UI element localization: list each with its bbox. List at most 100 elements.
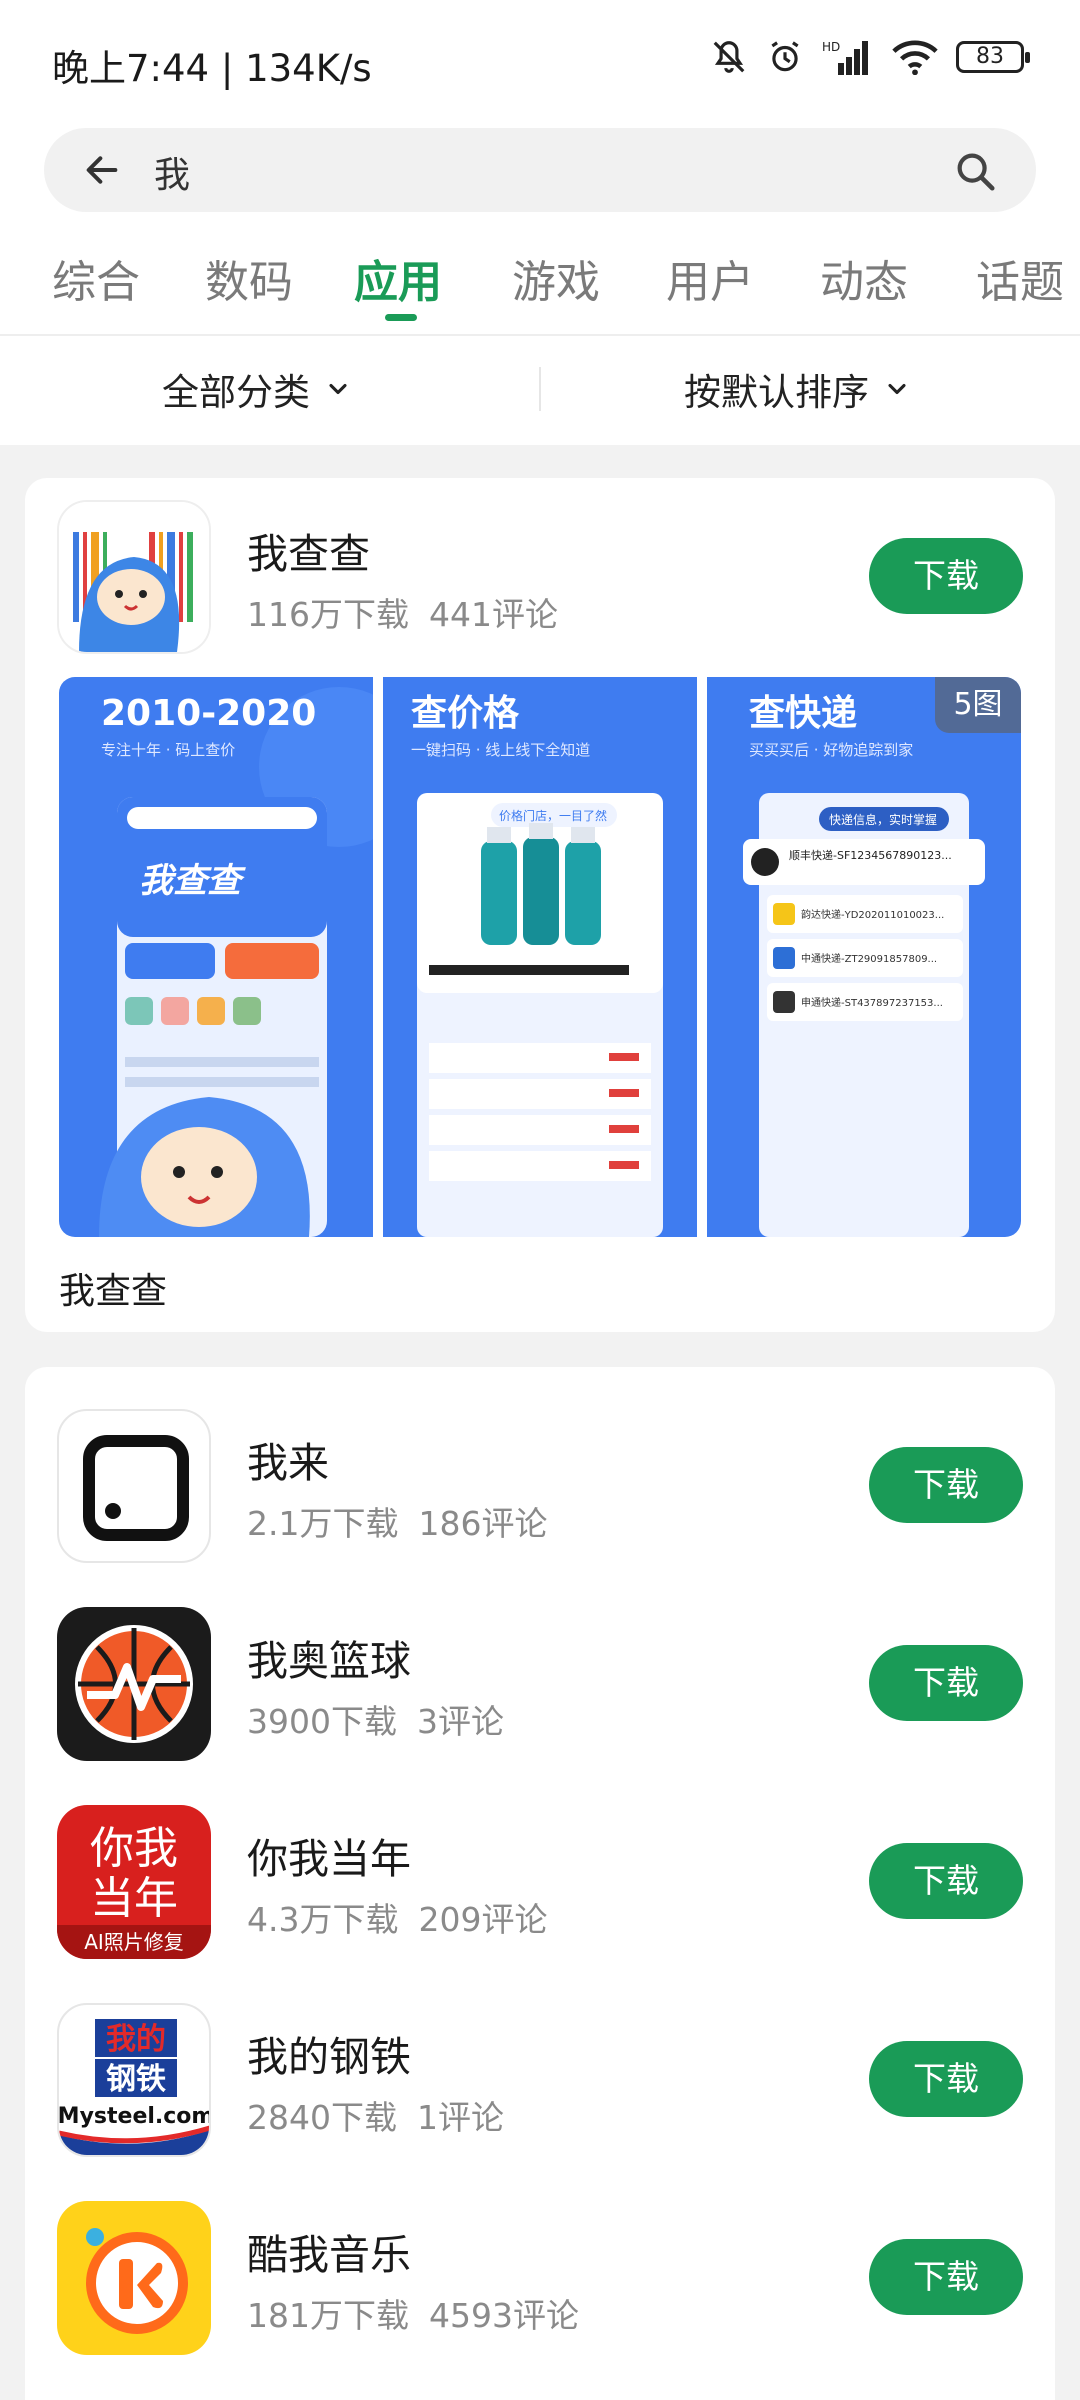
- app-meta: 116万下载 441评论: [247, 588, 558, 636]
- screenshot-3-subtitle: 买买买后 · 好物追踪到家: [749, 741, 913, 759]
- app-list-item[interactable]: 我来 2.1万下载 186评论 下载: [25, 1409, 1055, 1569]
- search-bar[interactable]: 我: [44, 128, 1036, 212]
- download-button[interactable]: 下载: [869, 1843, 1023, 1919]
- screenshot-2-title: 查价格: [411, 693, 520, 734]
- mysteel-icon-line1: 我的: [106, 2022, 166, 2057]
- category-filter-dropdown[interactable]: 全部分类: [162, 362, 352, 416]
- basketball-icon: [57, 1607, 211, 1761]
- comment-count: 1评论: [416, 2098, 504, 2137]
- app-meta: 2840下载 1评论: [247, 2091, 504, 2139]
- download-count: 3900下载: [247, 1702, 397, 1741]
- app-list-item[interactable]: 我的 钢铁 Mysteel.com 我的钢铁 2840下载 1评论 下载: [25, 2003, 1055, 2163]
- signal-icon: HD: [822, 40, 868, 75]
- app-list-item[interactable]: 你我 当年 AI照片修复 你我当年 4.3万下载 209评论 下载: [25, 1805, 1055, 1965]
- tab-users[interactable]: 用户: [666, 246, 754, 310]
- status-icons: HD 83: [710, 38, 1030, 76]
- screenshot-1-title: 2010-2020: [101, 693, 316, 734]
- mysteel-icon: 我的 钢铁 Mysteel.com: [57, 2003, 211, 2157]
- search-input[interactable]: 我: [154, 146, 190, 198]
- filter-separator: [539, 367, 541, 411]
- screenshot-1[interactable]: 我查查 2010-2020 专注十年 · 码上查价: [59, 677, 373, 1237]
- niwodangnian-icon-tag: AI照片修复: [84, 1930, 184, 1954]
- screenshot-count-badge: 5图: [935, 677, 1021, 733]
- screenshot-3-image: 快递信息，实时掌握 顺丰快递-SF1234567890123... 韵达快递-Y…: [707, 677, 1021, 1237]
- screenshot-2-subtitle: 一键扫码 · 线上线下全知道: [411, 741, 590, 759]
- barcode-mascot-icon: [59, 502, 209, 652]
- screenshot-gallery[interactable]: 我查查 2010-2020 专注十年 · 码上查价 价格门店，一目了然 查价格 …: [59, 677, 1023, 1237]
- tab-topics[interactable]: 话题: [976, 246, 1064, 310]
- app-name: 我的钢铁: [247, 2033, 411, 2081]
- download-count: 2840下载: [247, 2098, 397, 2137]
- tab-digital[interactable]: 数码: [205, 246, 293, 310]
- download-count: 181万下载: [247, 2296, 409, 2335]
- featured-app-card[interactable]: 我查查 116万下载 441评论 下载 我查查 2010-2020 专注十年 ·…: [25, 478, 1055, 1332]
- featured-caption: 我查查: [59, 1271, 168, 1312]
- tab-comprehensive[interactable]: 综合: [52, 246, 140, 310]
- svg-text:HD: HD: [822, 40, 840, 54]
- comment-count: 441评论: [429, 595, 558, 634]
- app-meta: 2.1万下载 186评论: [247, 1497, 547, 1545]
- niwodangnian-icon-line1: 你我: [90, 1823, 178, 1874]
- status-time: 晚上7:44 | 134K/s: [52, 47, 372, 90]
- download-button[interactable]: 下载: [869, 2041, 1023, 2117]
- comment-count: 209评论: [418, 1900, 548, 1939]
- comment-count: 4593评论: [429, 2296, 579, 2335]
- screenshot-3[interactable]: 快递信息，实时掌握 顺丰快递-SF1234567890123... 韵达快递-Y…: [707, 677, 1021, 1237]
- app-name: 酷我音乐: [247, 2231, 411, 2279]
- screenshot-2[interactable]: 价格门店，一目了然 查价格 一键扫码 · 线上线下全知道: [383, 677, 697, 1237]
- screenshot-2-bubble: 价格门店，一目了然: [499, 808, 607, 823]
- chevron-down-icon: [329, 383, 347, 395]
- back-arrow-icon[interactable]: [82, 150, 122, 190]
- featured-app-row[interactable]: 我查查 116万下载 441评论 下载: [25, 500, 1055, 660]
- active-tab-indicator: [385, 314, 417, 321]
- kuwo-music-icon: [57, 2201, 211, 2355]
- chevron-down-icon: [888, 383, 906, 395]
- screenshot-2-image: 价格门店，一目了然 查价格 一键扫码 · 线上线下全知道: [383, 677, 697, 1237]
- comment-count: 3评论: [416, 1702, 504, 1741]
- app-name: 你我当年: [247, 1835, 411, 1883]
- download-count: 4.3万下载: [247, 1900, 399, 1939]
- download-button[interactable]: 下载: [869, 1645, 1023, 1721]
- tab-apps[interactable]: 应用: [354, 246, 442, 310]
- download-button[interactable]: 下载: [869, 538, 1023, 614]
- download-count: 2.1万下载: [247, 1504, 399, 1543]
- app-meta: 181万下载 4593评论: [247, 2289, 579, 2337]
- app-meta: 4.3万下载 209评论: [247, 1893, 547, 1941]
- screenshot-1-subtitle: 专注十年 · 码上查价: [101, 741, 235, 759]
- comment-count: 186评论: [418, 1504, 548, 1543]
- wolai-icon: [57, 1409, 211, 1563]
- app-list-item[interactable]: 酷我音乐 181万下载 4593评论 下载: [25, 2201, 1055, 2361]
- sort-filter-dropdown[interactable]: 按默认排序: [684, 362, 911, 416]
- screenshot-3-item-1: 顺丰快递-SF1234567890123...: [789, 848, 952, 862]
- app-list-card: 我来 2.1万下载 186评论 下载 我奥篮球 3900下载 3评论 下载 你我 当…: [25, 1367, 1055, 2400]
- category-tabs: 综合 数码 应用 游戏 用户 动态 话题: [0, 240, 1080, 320]
- sort-filter-label: 按默认排序: [684, 371, 869, 414]
- tabs-divider: [0, 334, 1080, 336]
- mysteel-icon-tag: Mysteel.com: [59, 2104, 211, 2129]
- mysteel-icon-line2: 钢铁: [106, 2062, 166, 2097]
- wochacha-app-icon: [57, 500, 211, 654]
- battery-indicator: 83: [956, 41, 1030, 73]
- download-button[interactable]: 下载: [869, 1447, 1023, 1523]
- tab-feeds[interactable]: 动态: [820, 246, 908, 310]
- app-list-item[interactable]: 我奥篮球 3900下载 3评论 下载: [25, 1607, 1055, 1767]
- alarm-icon: [771, 41, 799, 72]
- screenshot-3-item-3: 中通快递-ZT290918578​09...: [801, 952, 937, 965]
- search-icon[interactable]: [952, 148, 998, 194]
- wifi-icon: [892, 40, 938, 75]
- niwodangnian-icon-line2: 当年: [90, 1873, 178, 1924]
- screenshot-3-bubble: 快递信息，实时掌握: [829, 812, 937, 827]
- category-filter-label: 全部分类: [162, 371, 310, 414]
- screenshot-1-image: 我查查 2010-2020 专注十年 · 码上查价: [59, 677, 373, 1237]
- app-meta: 3900下载 3评论: [247, 1695, 504, 1743]
- screenshot-3-title: 查快递: [749, 693, 857, 734]
- bell-muted-icon: [713, 41, 745, 73]
- screenshot-1-hero: 我查查: [139, 861, 246, 901]
- tab-games[interactable]: 游戏: [512, 246, 600, 310]
- screenshot-3-item-2: 韵达快递-YD202011010023...: [801, 908, 944, 921]
- niwodangnian-icon: 你我 当年 AI照片修复: [57, 1805, 211, 1959]
- app-name: 我来: [247, 1439, 329, 1487]
- download-button[interactable]: 下载: [869, 2239, 1023, 2315]
- status-bar: 晚上7:44 | 134K/s HD 83: [0, 0, 1080, 120]
- app-name: 我奥篮球: [247, 1637, 411, 1685]
